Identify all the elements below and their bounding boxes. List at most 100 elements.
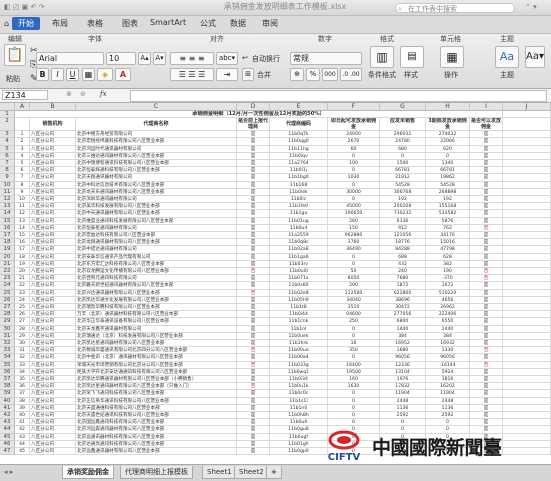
table-cell[interactable]: 11b0ic	[270, 196, 328, 204]
table-cell[interactable]: 11b0iqv	[270, 152, 328, 160]
table-cell[interactable]: 八区分公司	[30, 253, 76, 261]
table-cell[interactable]: 190	[426, 268, 470, 276]
italic-button[interactable]: I	[51, 68, 64, 81]
table-cell[interactable]	[503, 275, 551, 283]
table-cell[interactable]: 是	[470, 289, 503, 297]
grow-font-icon[interactable]: A▴	[138, 52, 151, 65]
table-cell[interactable]: 是	[237, 174, 270, 182]
table-cell[interactable]: 66781	[426, 167, 470, 175]
table-cell[interactable]: 否	[237, 347, 270, 355]
table-cell[interactable]: 是	[470, 318, 503, 326]
table-cell[interactable]: 45000	[328, 203, 380, 211]
decimal-icon[interactable]: .0 .00	[340, 68, 362, 81]
row-index-cell[interactable]: 20	[15, 268, 30, 276]
table-cell[interactable]: 432	[380, 260, 426, 268]
table-cell[interactable]: 11b1n0	[270, 404, 328, 412]
sheet-nav-icons[interactable]: ◂ ▸	[4, 468, 13, 476]
row-index-cell[interactable]: 9	[15, 188, 30, 196]
table-cell[interactable]: 北京远鑫通讯器材有限公司八区营业本部	[76, 448, 237, 456]
table-cell[interactable]: 是	[237, 217, 270, 225]
row-index-cell[interactable]: 18	[15, 253, 30, 261]
table-cell[interactable]: 13104	[380, 368, 426, 376]
indent-icon[interactable]: ⇥	[216, 68, 238, 81]
tab-data[interactable]: 数据	[230, 18, 246, 29]
table-cell[interactable]: 是	[237, 210, 270, 218]
row-header[interactable]: 20	[0, 253, 15, 261]
row-index-cell[interactable]: 30	[15, 340, 30, 348]
table-cell[interactable]: 30000	[328, 188, 380, 196]
table-cell[interactable]: 是	[237, 239, 270, 247]
table-cell[interactable]: 260	[328, 217, 380, 225]
column-title[interactable]: 即日起可发放承销佣金	[328, 118, 380, 132]
table-cell[interactable]	[503, 268, 551, 276]
table-cell[interactable]: 350	[328, 347, 380, 355]
table-cell[interactable]: 11b1ga	[270, 210, 328, 218]
table-cell[interactable]: 北京三维达通讯器材有限公司八区营业本部	[76, 152, 237, 160]
row-header[interactable]: 32	[0, 340, 15, 348]
search-input[interactable]: ⌕ 在工作表中搜索	[395, 3, 515, 13]
table-cell[interactable]	[503, 311, 551, 319]
table-cell[interactable]: 是	[470, 196, 503, 204]
table-cell[interactable]: 北京中德方舟经贸有限公司	[76, 131, 237, 139]
table-cell[interactable]: 11b071x	[270, 275, 328, 283]
table-cell[interactable]	[503, 289, 551, 297]
row-index-cell[interactable]: 31	[15, 347, 30, 355]
table-cell[interactable]: 11a2764	[270, 160, 328, 168]
table-cell[interactable]: 0	[328, 419, 380, 427]
table-cell[interactable]: 11b00ua	[270, 347, 328, 355]
table-cell[interactable]: 1330	[426, 347, 470, 355]
table-cell[interactable]	[503, 239, 551, 247]
table-cell[interactable]: 北京恒泰辉通科技有限公司八区营业本部	[76, 167, 237, 175]
row-header[interactable]: 10	[0, 181, 15, 189]
table-cell[interactable]	[503, 232, 551, 240]
row-header[interactable]: 40	[0, 397, 15, 405]
table-cell[interactable]: 0	[328, 181, 380, 189]
table-cell[interactable]	[503, 160, 551, 168]
table-cell[interactable]: 八区分公司	[30, 347, 76, 355]
table-cell[interactable]: 北京美华科技发展有限公司八区营业本部	[76, 203, 237, 211]
table-cell[interactable]	[503, 217, 551, 225]
table-cell[interactable]: 八区分公司	[30, 404, 76, 412]
table-cell[interactable]: 15016	[426, 239, 470, 247]
row-header[interactable]: 13	[0, 203, 15, 211]
table-cell[interactable]: 11b1fe0	[270, 203, 328, 211]
table-cell[interactable]: 274032	[426, 131, 470, 139]
table-cell[interactable]: 是	[237, 282, 270, 290]
table-cell[interactable]: 1136	[426, 404, 470, 412]
row-index-cell[interactable]: 23	[15, 289, 30, 297]
row-index-cell[interactable]: 11	[15, 203, 30, 211]
table-cell[interactable]: 是	[470, 332, 503, 340]
row-header[interactable]: 36	[0, 368, 15, 376]
table-cell[interactable]: 47798	[426, 246, 470, 254]
table-cell[interactable]: 北京兴达通讯器材有限公司八区营业本部	[76, 289, 237, 297]
table-cell[interactable]: 0	[328, 260, 380, 268]
table-cell[interactable]: 八区分公司	[30, 361, 76, 369]
table-cell[interactable]	[503, 383, 551, 391]
wrap-icon[interactable]: ↩	[242, 54, 248, 62]
table-cell[interactable]: 11b1t8	[270, 304, 328, 312]
table-cell[interactable]	[503, 347, 551, 355]
table-cell[interactable]: 是	[470, 419, 503, 427]
table-cell[interactable]: 八区分公司	[30, 246, 76, 254]
table-cell[interactable]: 北京雅天新世纪通讯器材有限公司八区营业本部	[76, 282, 237, 290]
row-index-cell[interactable]: 41	[15, 419, 30, 427]
table-cell[interactable]: 八区分公司	[30, 289, 76, 297]
table-cell[interactable]: 34040	[328, 296, 380, 304]
table-cell[interactable]: 八区分公司	[30, 397, 76, 405]
row-header[interactable]: 9	[0, 174, 15, 182]
table-cell[interactable]: 否	[470, 347, 503, 355]
table-cell[interactable]: 北京天龙鑫宇通讯器材有限公司	[76, 325, 237, 333]
table-cell[interactable]: 北京龙翔通讯器材有限公司八区营业本部	[76, 239, 237, 247]
table-cell[interactable]: 八区分公司	[30, 282, 76, 290]
table-cell[interactable]: 是	[237, 354, 270, 362]
table-cell[interactable]: 11b1bg0	[270, 174, 328, 182]
row-header[interactable]: 27	[0, 304, 15, 312]
row-header[interactable]: 31	[0, 332, 15, 340]
table-cell[interactable]: 是	[237, 397, 270, 405]
table-cell[interactable]: 12336	[380, 361, 426, 369]
table-cell[interactable]: 是	[237, 196, 270, 204]
row-index-cell[interactable]: 33	[15, 361, 30, 369]
table-cell[interactable]	[503, 260, 551, 268]
row-header[interactable]: 46	[0, 440, 15, 448]
table-cell[interactable]: 否	[470, 268, 503, 276]
